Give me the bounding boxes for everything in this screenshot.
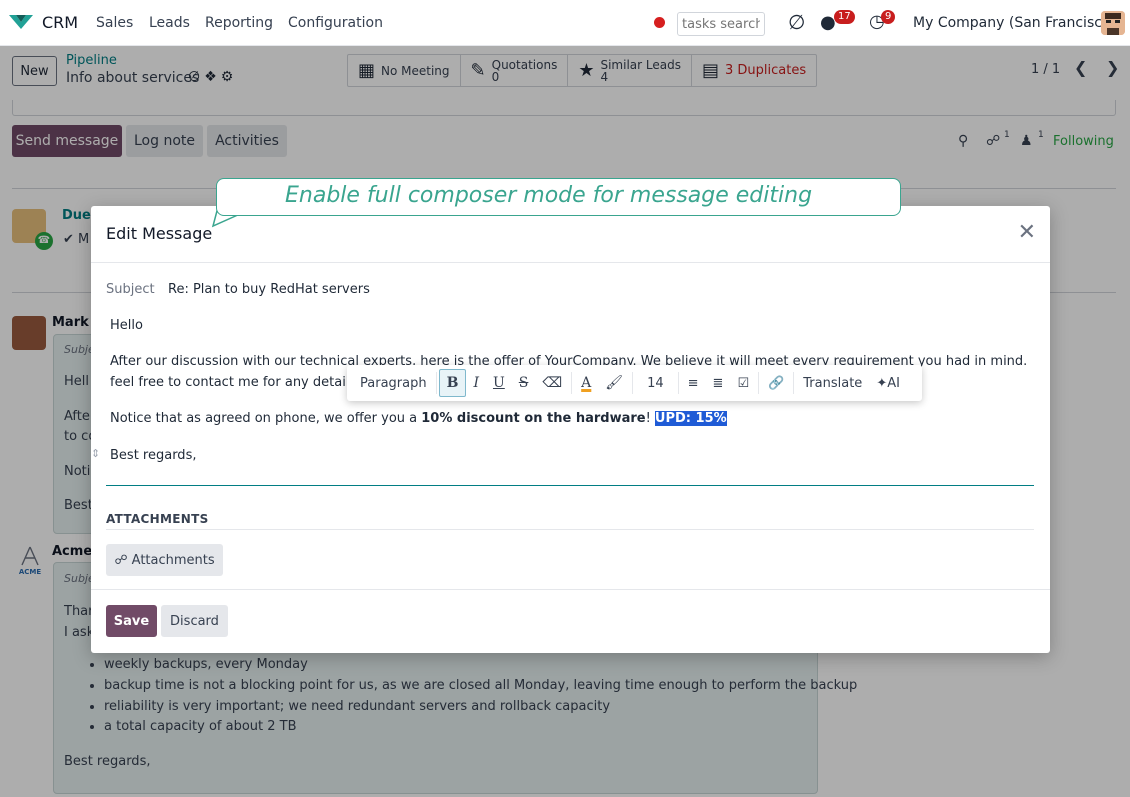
paragraph-style-dropdown[interactable]: Paragraph bbox=[353, 369, 434, 397]
add-attachments-button[interactable]: ☍ Attachments bbox=[106, 544, 223, 576]
translate-button[interactable]: Translate bbox=[796, 369, 869, 397]
dialog-header-divider bbox=[91, 262, 1050, 263]
dialog-footer-divider bbox=[91, 589, 1050, 590]
save-button[interactable]: Save bbox=[106, 605, 157, 637]
body-bold-text: 10% discount on the hardware bbox=[421, 411, 646, 426]
user-avatar[interactable] bbox=[1101, 11, 1125, 35]
close-icon[interactable]: ✕ bbox=[1018, 220, 1036, 245]
menu-sales[interactable]: Sales bbox=[96, 15, 133, 31]
italic-button[interactable]: I bbox=[466, 369, 486, 397]
strikethrough-button[interactable]: S bbox=[512, 369, 536, 397]
attachments-heading: ATTACHMENTS bbox=[106, 512, 209, 526]
toolbar-separator bbox=[758, 372, 760, 394]
recording-status-icon[interactable] bbox=[654, 17, 665, 28]
checklist-icon[interactable]: ☑ bbox=[730, 369, 756, 397]
paperclip-icon: ☍ bbox=[114, 552, 128, 568]
crm-logo-icon[interactable] bbox=[8, 12, 34, 32]
timer-icon[interactable]: ∅ bbox=[788, 10, 805, 34]
user-avatar-icon bbox=[1101, 11, 1125, 35]
editor-toolbar: Paragraph B I U S ⌫ A 🖌 14 ≡ ≣ ☑ 🔗 Trans… bbox=[347, 365, 922, 401]
toolbar-separator bbox=[435, 372, 437, 394]
messages-badge: 17 bbox=[834, 10, 855, 24]
body-closing[interactable]: Best regards, bbox=[110, 448, 196, 463]
font-size-dropdown[interactable]: 14 bbox=[635, 369, 676, 397]
drag-handle-icon[interactable]: ⇕ bbox=[91, 447, 100, 460]
body-paragraph-2[interactable]: Notice that as agreed on phone, we offer… bbox=[110, 411, 727, 426]
subject-label: Subject bbox=[106, 282, 155, 297]
toolbar-separator bbox=[632, 372, 634, 394]
body-text: ! bbox=[645, 411, 655, 426]
dialog-title: Edit Message bbox=[106, 224, 213, 243]
numbered-list-icon[interactable]: ≣ bbox=[706, 369, 731, 397]
link-icon[interactable]: 🔗 bbox=[761, 369, 791, 397]
body-text: Notice that as agreed on phone, we offer… bbox=[110, 411, 422, 426]
subject-input[interactable] bbox=[168, 282, 468, 297]
font-color-icon[interactable]: A bbox=[574, 369, 598, 397]
attachments-divider bbox=[106, 529, 1034, 530]
toolbar-separator bbox=[571, 372, 573, 394]
bullet-list-icon[interactable]: ≡ bbox=[681, 369, 706, 397]
magic-wand-icon: ✦ bbox=[876, 375, 888, 391]
discard-button[interactable]: Discard bbox=[161, 605, 228, 637]
tasks-search-input[interactable] bbox=[677, 12, 765, 36]
toolbar-separator bbox=[793, 372, 795, 394]
top-navbar: CRM Sales Leads Reporting Configuration … bbox=[0, 0, 1130, 46]
edit-message-dialog: Edit Message ✕ Subject Hello After our d… bbox=[91, 206, 1050, 653]
menu-configuration[interactable]: Configuration bbox=[288, 15, 383, 31]
body-paragraph-1-cont[interactable]: feel free to contact me for any detail o bbox=[110, 375, 362, 390]
eraser-icon[interactable]: ⌫ bbox=[535, 369, 569, 397]
tip-callout: Enable full composer mode for message ed… bbox=[216, 178, 901, 216]
body-greeting[interactable]: Hello bbox=[110, 318, 143, 333]
toolbar-separator bbox=[677, 372, 679, 394]
highlight-brush-icon[interactable]: 🖌 bbox=[598, 369, 630, 397]
ai-button[interactable]: ✦ AI bbox=[869, 369, 907, 397]
bold-button[interactable]: B bbox=[438, 369, 467, 397]
selected-text[interactable]: UPD: 15% bbox=[654, 411, 727, 426]
menu-leads[interactable]: Leads bbox=[149, 15, 190, 31]
company-switcher[interactable]: My Company (San Francisco) bbox=[913, 15, 1116, 31]
callout-text: Enable full composer mode for message ed… bbox=[285, 183, 813, 208]
underline-button[interactable]: U bbox=[486, 369, 512, 397]
menu-reporting[interactable]: Reporting bbox=[205, 15, 273, 31]
app-name[interactable]: CRM bbox=[42, 13, 78, 32]
editor-bottom-border bbox=[106, 485, 1034, 486]
activities-badge: 9 bbox=[881, 10, 896, 24]
